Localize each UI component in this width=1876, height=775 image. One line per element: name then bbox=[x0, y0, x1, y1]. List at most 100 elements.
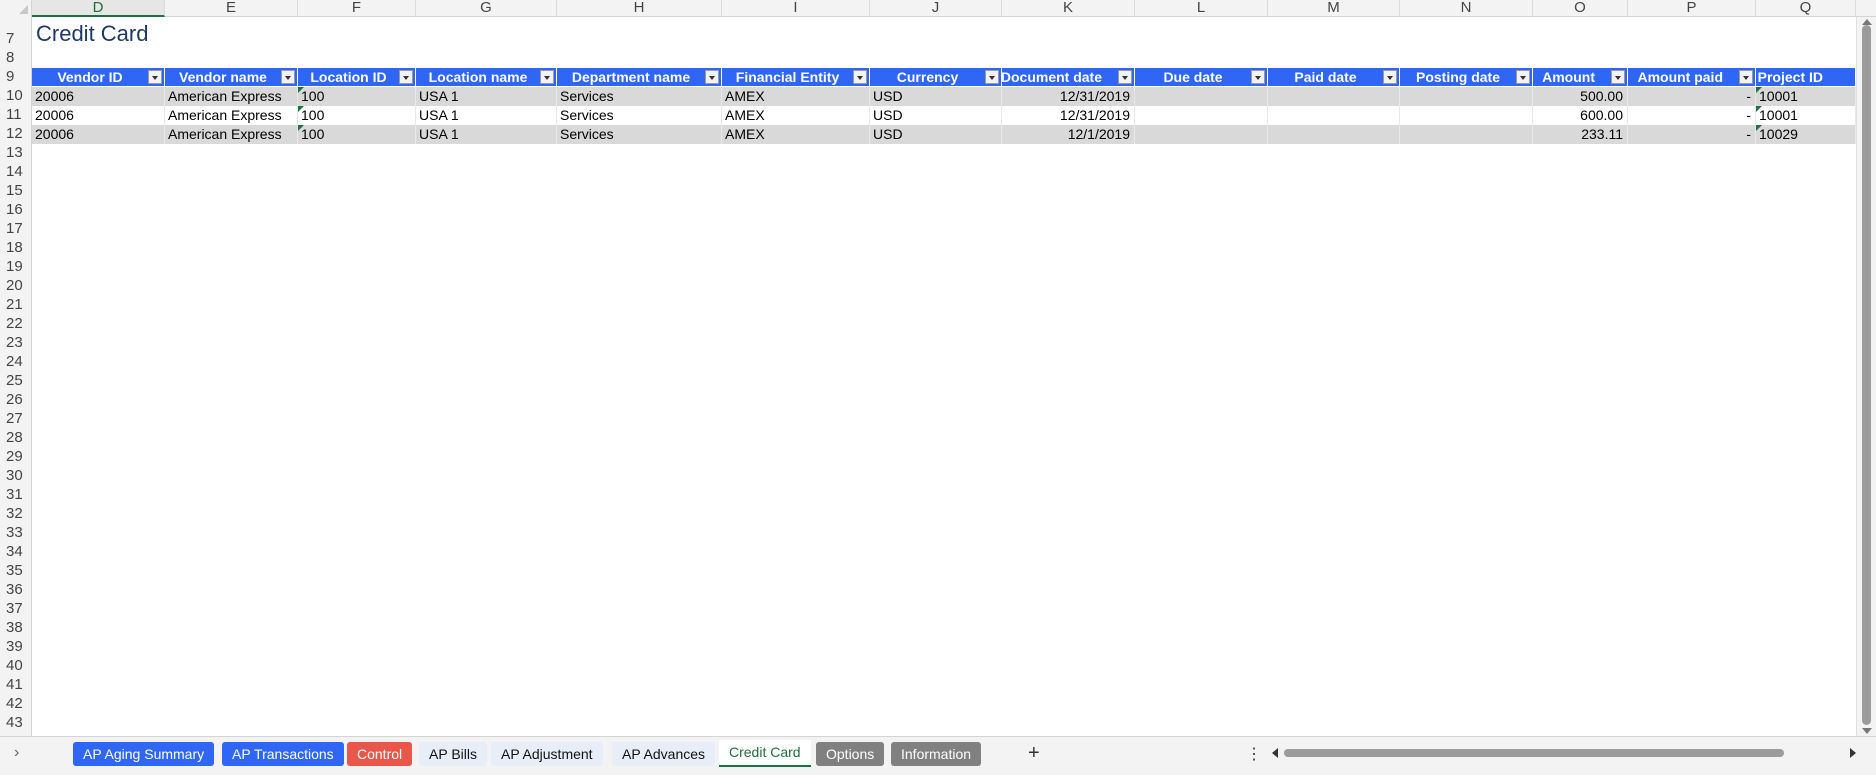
filter-dropdown-icon[interactable] bbox=[853, 70, 867, 84]
vertical-scroll-thumb[interactable] bbox=[1862, 25, 1871, 725]
column-header-l[interactable]: L bbox=[1135, 0, 1268, 17]
row-header-30[interactable]: 30 bbox=[0, 466, 31, 485]
row-header-35[interactable]: 35 bbox=[0, 561, 31, 580]
sheet-tab-options[interactable]: Options bbox=[816, 742, 885, 766]
row-header-12[interactable]: 12 bbox=[0, 124, 31, 143]
table-cell[interactable]: 12/31/2019 bbox=[1002, 87, 1135, 106]
filter-dropdown-icon[interactable] bbox=[540, 70, 554, 84]
row-header-20[interactable]: 20 bbox=[0, 276, 31, 295]
table-cell[interactable]: USD bbox=[870, 125, 1002, 144]
table-cell[interactable]: 100 bbox=[298, 87, 416, 106]
row-header-28[interactable]: 28 bbox=[0, 428, 31, 447]
table-header-due-date[interactable]: Due date bbox=[1135, 68, 1268, 86]
table-header-paid-date[interactable]: Paid date bbox=[1268, 68, 1400, 86]
table-cell[interactable]: USA 1 bbox=[416, 106, 557, 125]
sheet-tab-control[interactable]: Control bbox=[347, 742, 413, 766]
scroll-right-icon[interactable] bbox=[1850, 748, 1856, 758]
row-header-39[interactable]: 39 bbox=[0, 637, 31, 656]
row-header-21[interactable]: 21 bbox=[0, 295, 31, 314]
scroll-down-icon[interactable] bbox=[1862, 728, 1872, 734]
scroll-left-icon[interactable] bbox=[1272, 748, 1278, 758]
table-cell[interactable]: - bbox=[1628, 87, 1756, 106]
sheet-tab-ap-transactions[interactable]: AP Transactions bbox=[222, 742, 344, 766]
filter-dropdown-icon[interactable] bbox=[1739, 70, 1753, 84]
column-header-m[interactable]: M bbox=[1268, 0, 1400, 17]
sheet-tab-information[interactable]: Information bbox=[891, 742, 982, 766]
table-header-financial-entity[interactable]: Financial Entity bbox=[722, 68, 870, 86]
vertical-scrollbar[interactable] bbox=[1856, 17, 1876, 736]
filter-dropdown-icon[interactable] bbox=[1611, 70, 1625, 84]
row-header-26[interactable]: 26 bbox=[0, 390, 31, 409]
table-header-currency[interactable]: Currency bbox=[870, 68, 1002, 86]
row-header-10[interactable]: 10 bbox=[0, 86, 31, 105]
row-header-18[interactable]: 18 bbox=[0, 238, 31, 257]
table-header-vendor-name[interactable]: Vendor name bbox=[165, 68, 298, 86]
sheet-tab-ap-advances[interactable]: AP Advances bbox=[612, 742, 716, 766]
table-cell[interactable]: 20006 bbox=[32, 125, 165, 144]
table-cell[interactable]: USA 1 bbox=[416, 87, 557, 106]
filter-dropdown-icon[interactable] bbox=[399, 70, 413, 84]
sheet-tab-ap-aging-summary[interactable]: AP Aging Summary bbox=[73, 742, 215, 766]
table-cell[interactable]: 500.00 bbox=[1533, 87, 1628, 106]
column-header-d[interactable]: D bbox=[32, 0, 165, 17]
filter-dropdown-icon[interactable] bbox=[1516, 70, 1530, 84]
row-header-13[interactable]: 13 bbox=[0, 143, 31, 162]
table-cell[interactable] bbox=[1135, 125, 1268, 144]
table-cell[interactable]: 12/1/2019 bbox=[1002, 125, 1135, 144]
table-cell[interactable]: 12/31/2019 bbox=[1002, 106, 1135, 125]
row-header-42[interactable]: 42 bbox=[0, 694, 31, 713]
row-header-33[interactable]: 33 bbox=[0, 523, 31, 542]
table-cell[interactable]: Services bbox=[557, 106, 722, 125]
row-header-43[interactable]: 43 bbox=[0, 713, 31, 732]
filter-dropdown-icon[interactable] bbox=[1383, 70, 1397, 84]
sheet-title-cell[interactable]: Credit Card bbox=[36, 21, 148, 47]
row-header-40[interactable]: 40 bbox=[0, 656, 31, 675]
table-cell[interactable]: USA 1 bbox=[416, 125, 557, 144]
row-header-19[interactable]: 19 bbox=[0, 257, 31, 276]
column-header-h[interactable]: H bbox=[557, 0, 722, 17]
table-header-document-date[interactable]: Document date bbox=[1002, 68, 1135, 86]
row-header-23[interactable]: 23 bbox=[0, 333, 31, 352]
row-header-24[interactable]: 24 bbox=[0, 352, 31, 371]
row-header-25[interactable]: 25 bbox=[0, 371, 31, 390]
row-header-22[interactable]: 22 bbox=[0, 314, 31, 333]
chevron-right-icon[interactable]: › bbox=[14, 744, 19, 762]
column-header-i[interactable]: I bbox=[722, 0, 870, 17]
row-header-9[interactable]: 9 bbox=[0, 67, 31, 86]
table-row[interactable]: 20006 American Express 100 USA 1 Services AME… bbox=[32, 87, 1856, 106]
row-header-41[interactable]: 41 bbox=[0, 675, 31, 694]
table-cell[interactable]: Services bbox=[557, 125, 722, 144]
table-cell[interactable]: AMEX bbox=[722, 87, 870, 106]
table-cell[interactable]: 100 bbox=[298, 106, 416, 125]
column-header-p[interactable]: P bbox=[1628, 0, 1756, 17]
filter-dropdown-icon[interactable] bbox=[705, 70, 719, 84]
row-header-16[interactable]: 16 bbox=[0, 200, 31, 219]
table-cell[interactable]: 20006 bbox=[32, 87, 165, 106]
row-header-31[interactable]: 31 bbox=[0, 485, 31, 504]
table-cell[interactable]: USD bbox=[870, 87, 1002, 106]
row-header-37[interactable]: 37 bbox=[0, 599, 31, 618]
plus-icon[interactable]: + bbox=[1028, 742, 1040, 764]
row-header-27[interactable]: 27 bbox=[0, 409, 31, 428]
column-header-k[interactable]: K bbox=[1002, 0, 1135, 17]
table-cell[interactable]: - bbox=[1628, 106, 1756, 125]
table-cell[interactable] bbox=[1400, 106, 1533, 125]
table-cell[interactable] bbox=[1400, 125, 1533, 144]
table-cell[interactable] bbox=[1135, 87, 1268, 106]
table-cell[interactable]: 233.11 bbox=[1533, 125, 1628, 144]
table-header-department-name[interactable]: Department name bbox=[557, 68, 722, 86]
table-header-project-id[interactable]: Project ID bbox=[1756, 68, 1856, 86]
table-cell[interactable]: American Express bbox=[165, 125, 298, 144]
row-header-38[interactable]: 38 bbox=[0, 618, 31, 637]
horizontal-scrollbar[interactable] bbox=[1272, 745, 1856, 761]
table-cell[interactable]: Services bbox=[557, 87, 722, 106]
column-header-e[interactable]: E bbox=[165, 0, 298, 17]
row-header-8[interactable]: 8 bbox=[0, 48, 31, 67]
table-cell[interactable] bbox=[1400, 87, 1533, 106]
table-cell[interactable]: American Express bbox=[165, 106, 298, 125]
filter-dropdown-icon[interactable] bbox=[1118, 70, 1132, 84]
table-header-amount[interactable]: Amount bbox=[1533, 68, 1628, 86]
table-cell[interactable]: USD bbox=[870, 106, 1002, 125]
table-header-posting-date[interactable]: Posting date bbox=[1400, 68, 1533, 86]
horizontal-scroll-thumb[interactable] bbox=[1284, 749, 1784, 757]
